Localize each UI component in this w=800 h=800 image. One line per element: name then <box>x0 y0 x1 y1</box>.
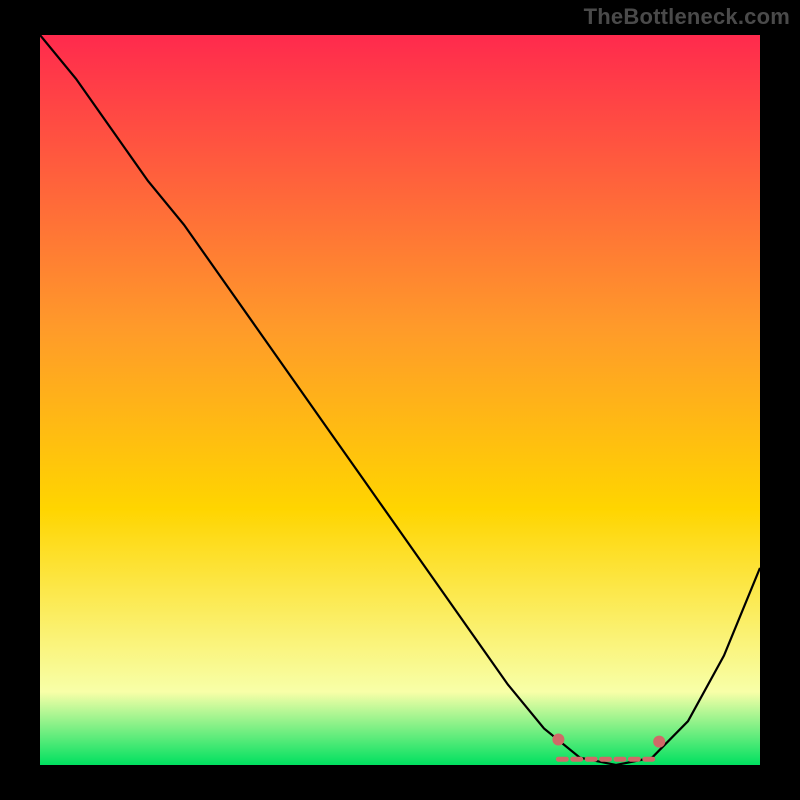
chart-svg <box>40 35 760 765</box>
chart-container: TheBottleneck.com <box>0 0 800 800</box>
watermark-text: TheBottleneck.com <box>584 4 790 30</box>
plot-area <box>40 35 760 765</box>
gradient-background <box>40 35 760 765</box>
